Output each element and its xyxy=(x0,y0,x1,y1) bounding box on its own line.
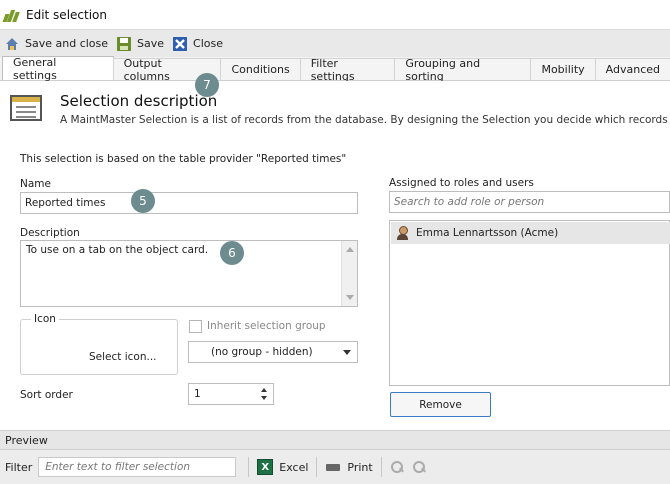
tab-general-settings[interactable]: General settings xyxy=(2,56,114,82)
icon-group: Icon Select icon... xyxy=(20,313,178,375)
save-and-close-icon xyxy=(4,36,20,52)
roles-label: Assigned to roles and users xyxy=(389,177,534,189)
list-item[interactable]: Emma Lennartsson (Acme) xyxy=(391,222,670,244)
roles-search-input[interactable]: Search to add role or person xyxy=(389,191,670,213)
filter-label: Filter xyxy=(5,460,33,474)
scroll-down-icon xyxy=(346,295,354,300)
description-value: To use on a tab on the object card. xyxy=(26,244,209,256)
zoom-in-icon[interactable] xyxy=(389,459,405,475)
scroll-up-icon xyxy=(346,247,354,252)
zoom-out-icon[interactable] xyxy=(411,459,427,475)
filter-bar: Filter Enter text to filter selection X … xyxy=(0,450,670,484)
role-name: Emma Lennartsson (Acme) xyxy=(416,227,559,239)
save-and-close-label: Save and close xyxy=(25,37,109,50)
stepper-down-icon[interactable] xyxy=(261,396,267,400)
description-scrollbar[interactable] xyxy=(341,241,357,306)
selection-group-value: (no group - hidden) xyxy=(211,346,313,358)
excel-label: Excel xyxy=(279,460,309,474)
inherit-selection-group-checkbox[interactable] xyxy=(189,320,202,333)
icon-group-label: Icon xyxy=(31,313,59,325)
print-icon xyxy=(325,459,341,475)
chevron-down-icon xyxy=(343,350,351,355)
toolbar: Save and close Save Close xyxy=(0,29,670,57)
sort-order-label: Sort order xyxy=(20,389,73,401)
divider xyxy=(380,457,382,477)
save-and-close-button[interactable]: Save and close xyxy=(2,33,114,55)
excel-icon: X xyxy=(257,459,274,475)
name-label: Name xyxy=(20,178,51,190)
callout-badge-description: 6 xyxy=(220,241,244,265)
print-button[interactable]: Print xyxy=(321,459,376,475)
description-field[interactable]: To use on a tab on the object card. xyxy=(20,240,358,307)
save-label: Save xyxy=(137,37,165,50)
selection-header: Selection description A MaintMaster Sele… xyxy=(0,81,670,141)
remove-button[interactable]: Remove xyxy=(390,392,491,417)
tab-grouping-and-sorting[interactable]: Grouping and sorting xyxy=(394,57,532,83)
tab-conditions[interactable]: Conditions xyxy=(220,58,301,80)
print-label: Print xyxy=(347,460,373,474)
filter-input[interactable]: Enter text to filter selection xyxy=(38,457,237,477)
app-logo-icon xyxy=(2,8,20,22)
person-icon xyxy=(396,226,410,240)
preview-label: Preview xyxy=(5,433,48,447)
save-button[interactable]: Save xyxy=(114,33,170,55)
stepper-up-icon[interactable] xyxy=(261,388,267,392)
close-icon xyxy=(172,36,188,52)
divider xyxy=(316,457,318,477)
based-on-text: This selection is based on the table pro… xyxy=(20,153,347,165)
sort-order-stepper[interactable]: 1 xyxy=(188,383,274,405)
title-bar: Edit selection xyxy=(0,0,670,29)
divider xyxy=(248,457,250,477)
preview-bar: Preview xyxy=(0,430,670,450)
sort-order-value: 1 xyxy=(194,388,201,400)
close-button[interactable]: Close xyxy=(170,33,229,55)
save-icon xyxy=(116,36,132,52)
tab-filter-settings[interactable]: Filter settings xyxy=(299,57,396,83)
roles-list: Emma Lennartsson (Acme) xyxy=(389,220,670,386)
select-icon-link[interactable]: Select icon... xyxy=(89,351,157,363)
description-label: Description xyxy=(20,227,80,239)
selection-group-dropdown[interactable]: (no group - hidden) xyxy=(188,341,358,363)
tab-bar: General settings Output columns Conditio… xyxy=(0,56,670,83)
window-title: Edit selection xyxy=(26,7,107,22)
excel-button[interactable]: X Excel xyxy=(253,459,312,475)
selection-list-icon xyxy=(10,95,42,121)
header-title: Selection description xyxy=(60,92,218,110)
tab-advanced[interactable]: Advanced xyxy=(594,58,670,80)
inherit-selection-group-label: Inherit selection group xyxy=(207,320,326,332)
callout-badge-name: 5 xyxy=(131,189,155,213)
close-label: Close xyxy=(193,37,224,50)
callout-badge-output-columns: 7 xyxy=(195,73,219,97)
name-field[interactable]: Reported times xyxy=(20,192,358,214)
header-description: A MaintMaster Selection is a list of rec… xyxy=(60,114,670,126)
tab-mobility[interactable]: Mobility xyxy=(530,58,596,80)
